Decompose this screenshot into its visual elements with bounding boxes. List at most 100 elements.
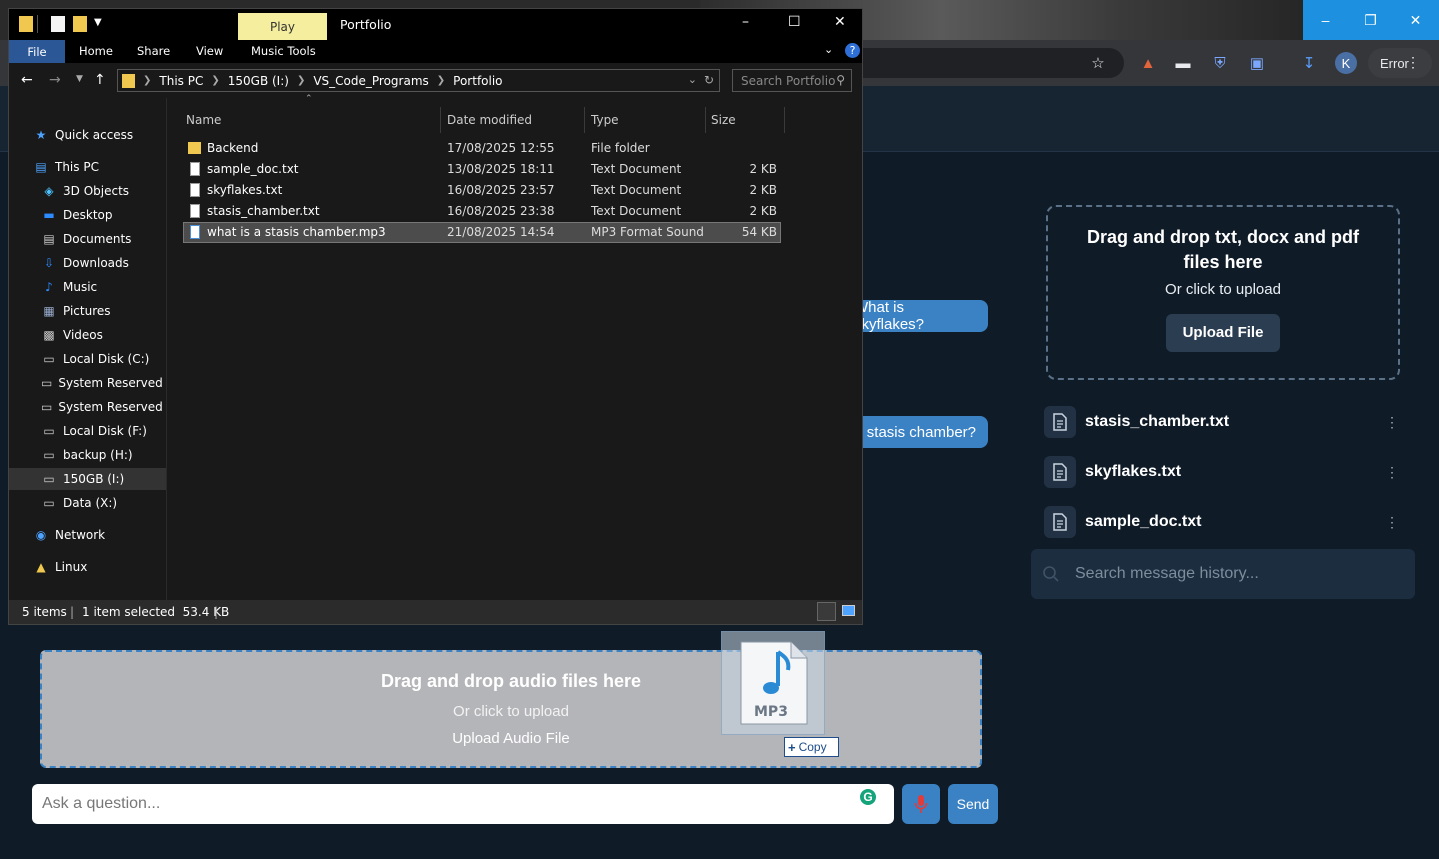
text-file-icon [190, 204, 200, 218]
upload-audio-button[interactable]: Upload Audio File [42, 730, 980, 747]
drag-preview: MP3 [721, 631, 825, 735]
expand-ribbon-icon[interactable]: ⌄ [824, 43, 833, 56]
kebab-menu-icon[interactable]: ⋮ [1380, 464, 1404, 481]
document-upload-dropzone[interactable]: Drag and drop txt, docx and pdf files he… [1046, 205, 1400, 380]
drive-icon: ▭ [43, 448, 55, 462]
nav-linux[interactable]: ▲ Linux [9, 556, 166, 578]
downloads-icon[interactable]: ↧ [1298, 52, 1320, 74]
breadcrumb-current[interactable]: Portfolio [453, 74, 502, 88]
nav-data-x[interactable]: ▭ Data (X:) [9, 492, 166, 514]
column-divider[interactable] [705, 107, 706, 133]
tab-home[interactable]: Home [79, 44, 113, 58]
nav-local-disk-c[interactable]: ▭ Local Disk (C:) [9, 348, 166, 370]
bitwarden-extension-icon[interactable]: ⛨ [1209, 52, 1231, 74]
recent-locations-icon[interactable]: ▼ [76, 74, 83, 84]
kebab-menu-icon[interactable]: ⋮ [1380, 414, 1404, 431]
breadcrumb-folder[interactable]: VS_Code_Programs [313, 74, 428, 88]
nav-downloads[interactable]: ⇩ Downloads [9, 252, 166, 274]
nav-desktop[interactable]: ▬ Desktop [9, 204, 166, 226]
metamask-extension-icon[interactable]: ▲ [1137, 52, 1159, 74]
nav-3d-objects[interactable]: ◈ 3D Objects [9, 180, 166, 202]
column-divider[interactable] [784, 107, 785, 133]
file-type: File folder [591, 141, 650, 155]
history-search-input[interactable]: Search message history... [1031, 549, 1415, 599]
grammarly-icon[interactable]: G [858, 787, 878, 807]
up-arrow-icon[interactable]: ↑ [94, 72, 106, 88]
new-folder-icon[interactable] [73, 16, 87, 32]
file-row[interactable]: skyflakes.txt 16/08/2025 23:57 Text Docu… [184, 180, 780, 201]
nav-system-reserved-d[interactable]: ▭ System Reserved (D [9, 372, 166, 394]
nav-network[interactable]: ◉ Network [9, 524, 166, 546]
document-icon [1044, 406, 1076, 438]
microphone-button[interactable] [902, 784, 940, 824]
extensions-puzzle-icon[interactable]: ▣ [1246, 52, 1268, 74]
tab-view[interactable]: View [196, 44, 223, 58]
chevron-right-icon[interactable]: ❯ [211, 75, 219, 86]
nav-system-reserved-e[interactable]: ▭ System Reserved (E: [9, 396, 166, 418]
forward-arrow-icon[interactable]: → [49, 72, 61, 88]
nav-documents[interactable]: ▤ Documents [9, 228, 166, 250]
file-list: ⌃ Name Date modified Type Size Backend 1… [167, 94, 862, 600]
nav-local-disk-f[interactable]: ▭ Local Disk (F:) [9, 420, 166, 442]
refresh-icon[interactable]: ↻ [704, 73, 714, 87]
tab-file[interactable]: File [9, 40, 65, 63]
audio-upload-dropzone[interactable]: Drag and drop audio files here Or click … [40, 650, 982, 768]
chevron-right-icon[interactable]: ❯ [297, 75, 305, 86]
nav-backup-h[interactable]: ▭ backup (H:) [9, 444, 166, 466]
close-button[interactable]: ✕ [1393, 0, 1438, 40]
file-row[interactable]: Backend 17/08/2025 12:55 File folder [184, 138, 780, 159]
explorer-close-button[interactable]: ✕ [834, 14, 846, 30]
documents-icon: ▤ [43, 232, 55, 246]
column-header-size[interactable]: Size [711, 113, 736, 127]
tab-music-tools[interactable]: Music Tools [251, 44, 316, 58]
address-dropdown-icon[interactable]: ⌄ [688, 73, 697, 86]
minimize-button[interactable]: – [1303, 0, 1348, 40]
customize-quick-access-icon[interactable]: ▼ [94, 17, 102, 28]
desktop-icon: ▬ [43, 208, 55, 222]
context-tab-play[interactable]: Play [238, 13, 327, 40]
column-divider[interactable] [584, 107, 585, 133]
send-button[interactable]: Send [948, 784, 998, 824]
document-list-item[interactable]: skyflakes.txt ⋮ [1044, 455, 1404, 489]
column-header-type[interactable]: Type [591, 113, 619, 127]
file-size: 2 KB [749, 204, 777, 218]
file-row[interactable]: sample_doc.txt 13/08/2025 18:11 Text Doc… [184, 159, 780, 180]
properties-icon[interactable] [51, 16, 65, 32]
large-icons-view-icon[interactable] [842, 605, 855, 616]
nav-videos[interactable]: ▩ Videos [9, 324, 166, 346]
explorer-maximize-button[interactable]: ☐ [788, 14, 801, 30]
file-row[interactable]: stasis_chamber.txt 16/08/2025 23:38 Text… [184, 201, 780, 222]
nav-pictures[interactable]: ▦ Pictures [9, 300, 166, 322]
help-icon[interactable]: ? [845, 43, 860, 58]
column-header-name[interactable]: Name [186, 113, 221, 127]
details-view-icon[interactable] [817, 602, 836, 621]
address-bar[interactable] [860, 48, 1124, 78]
profile-avatar[interactable]: K [1335, 52, 1357, 74]
question-input[interactable]: Ask a question... [32, 784, 894, 824]
file-row-selected[interactable]: what is a stasis chamber.mp3 21/08/2025 … [183, 222, 781, 243]
nav-this-pc[interactable]: ▤ This PC [9, 156, 166, 178]
explorer-minimize-button[interactable]: – [742, 14, 749, 30]
back-arrow-icon[interactable]: ← [21, 72, 33, 88]
breadcrumb-drive[interactable]: 150GB (I:) [228, 74, 289, 88]
explorer-address-bar[interactable]: ❯ This PC ❯ 150GB (I:) ❯ VS_Code_Program… [117, 69, 720, 92]
sync-error-pill[interactable]: Error ⋮ [1368, 48, 1432, 78]
extension-icon[interactable]: ▬ [1172, 52, 1194, 74]
tab-share[interactable]: Share [137, 44, 170, 58]
chevron-right-icon[interactable]: ❯ [143, 75, 151, 86]
column-header-date[interactable]: Date modified [447, 113, 532, 127]
document-list-item[interactable]: sample_doc.txt ⋮ [1044, 505, 1404, 539]
document-list-item[interactable]: stasis_chamber.txt ⋮ [1044, 405, 1404, 439]
chevron-right-icon[interactable]: ❯ [437, 75, 445, 86]
more-menu-icon[interactable]: ⋮ [1406, 54, 1420, 71]
nav-150gb-i[interactable]: ▭ 150GB (I:) [9, 468, 166, 490]
nav-quick-access[interactable]: ★ Quick access [9, 124, 166, 146]
breadcrumb-this-pc[interactable]: This PC [159, 74, 203, 88]
kebab-menu-icon[interactable]: ⋮ [1380, 514, 1404, 531]
restore-button[interactable]: ❐ [1348, 0, 1393, 40]
column-divider[interactable] [440, 107, 441, 133]
explorer-search-input[interactable]: Search Portfolio ⚲ [732, 69, 852, 92]
upload-file-button[interactable]: Upload File [1166, 314, 1280, 352]
bookmark-star-icon[interactable]: ☆ [1087, 52, 1109, 74]
nav-music[interactable]: ♪ Music [9, 276, 166, 298]
